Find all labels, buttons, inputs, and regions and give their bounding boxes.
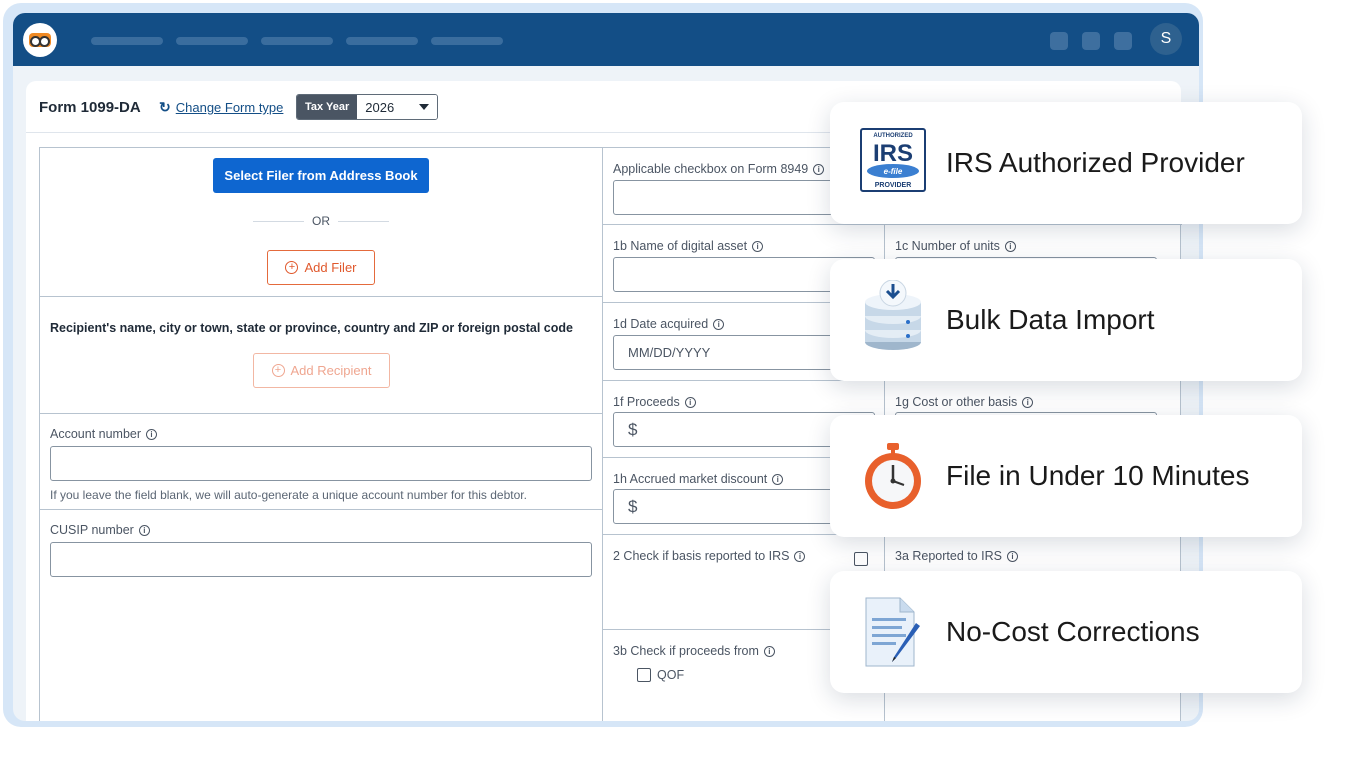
- field-3a-label: 3a Reported to IRS i: [895, 549, 1019, 563]
- page-title: Form 1099-DA: [39, 99, 141, 116]
- field-1c-text: 1c Number of units: [895, 239, 1000, 253]
- field-1h-text: 1h Accrued market discount: [613, 472, 768, 486]
- select-filer-button[interactable]: Select Filer from Address Book: [213, 158, 429, 193]
- plus-circle-icon: +: [285, 261, 299, 274]
- field-1b-label: 1b Name of digital asset i: [613, 239, 764, 253]
- recipient-label: Recipient's name, city or town, state or…: [50, 321, 573, 335]
- feature-card-bulk-import: Bulk Data Import: [830, 259, 1302, 381]
- field-1d-text: 1d Date acquired: [613, 317, 709, 331]
- applicable-checkbox-label: Applicable checkbox on Form 8949 i: [613, 162, 825, 176]
- info-icon[interactable]: i: [713, 318, 725, 330]
- nav-item-2[interactable]: [176, 37, 248, 45]
- add-filer-button[interactable]: + Add Filer: [267, 250, 375, 285]
- feature-title: Bulk Data Import: [946, 304, 1155, 335]
- field-1b-text: 1b Name of digital asset: [613, 239, 748, 253]
- field-1g-label: 1g Cost or other basis i: [895, 395, 1034, 409]
- field-3b-label: 3b Check if proceeds from i: [613, 644, 775, 658]
- cusip-label: CUSIP number i: [50, 523, 150, 537]
- tax-year-select[interactable]: Tax Year 2026: [296, 94, 439, 120]
- chevron-down-icon: [419, 104, 430, 110]
- info-icon[interactable]: i: [684, 396, 696, 408]
- change-form-type-link[interactable]: Change Form type: [176, 100, 284, 115]
- field-3b-text: 3b Check if proceeds from: [613, 644, 759, 658]
- field-1c-label: 1c Number of units i: [895, 239, 1016, 253]
- info-icon[interactable]: i: [772, 473, 784, 485]
- info-icon[interactable]: i: [763, 645, 775, 657]
- tax-year-dropdown[interactable]: 2026: [357, 95, 438, 119]
- recipient-section: Recipient's name, city or town, state or…: [40, 297, 602, 414]
- field-1f-label: 1f Proceeds i: [613, 395, 696, 409]
- add-filer-label: Add Filer: [304, 260, 357, 275]
- refresh-icon: ↻: [159, 99, 171, 115]
- nav-item-4[interactable]: [346, 37, 418, 45]
- info-icon[interactable]: i: [1007, 550, 1019, 562]
- field-2-label: 2 Check if basis reported to IRS i: [613, 549, 806, 563]
- feature-card-irs: AUTHORIZED IRS e-file PROVIDER IRS Autho…: [830, 102, 1302, 224]
- avatar[interactable]: S: [1150, 23, 1182, 55]
- stopwatch-icon: [865, 443, 921, 509]
- applicable-checkbox-text: Applicable checkbox on Form 8949: [613, 162, 809, 176]
- change-form-type[interactable]: ↻ Change Form type: [159, 99, 283, 116]
- irs-efile-badge-icon: AUTHORIZED IRS e-file PROVIDER: [860, 128, 926, 192]
- account-number-label-text: Account number: [50, 427, 142, 441]
- divider-line: [253, 220, 304, 222]
- toolbar-icon-1[interactable]: [1050, 32, 1068, 50]
- divider-line: [338, 220, 389, 222]
- account-number-label: Account number i: [50, 427, 158, 441]
- account-number-input[interactable]: [50, 446, 592, 481]
- info-icon[interactable]: i: [1022, 396, 1034, 408]
- add-recipient-button[interactable]: + Add Recipient: [253, 353, 390, 388]
- tax-year-value: 2026: [365, 99, 395, 115]
- add-recipient-label: Add Recipient: [290, 363, 372, 378]
- document-pen-icon: [865, 597, 920, 667]
- field-3a-text: 3a Reported to IRS: [895, 549, 1003, 563]
- badge-top-text: AUTHORIZED: [873, 133, 913, 139]
- info-icon[interactable]: i: [146, 428, 158, 440]
- plus-circle-icon: +: [271, 364, 285, 377]
- feature-title: IRS Authorized Provider: [946, 147, 1245, 178]
- tax-year-label: Tax Year: [297, 95, 358, 119]
- feature-title: No-Cost Corrections: [946, 616, 1200, 647]
- cusip-input[interactable]: [50, 542, 592, 577]
- badge-main-text: IRS: [873, 140, 913, 167]
- toolbar-icon-3[interactable]: [1114, 32, 1132, 50]
- info-icon[interactable]: i: [794, 550, 806, 562]
- database-download-icon: [865, 280, 921, 350]
- basis-reported-checkbox[interactable]: [854, 552, 868, 566]
- qof-label: QOF: [657, 668, 685, 682]
- logo-icon[interactable]: [23, 23, 57, 57]
- feature-card-corrections: No-Cost Corrections: [830, 571, 1302, 693]
- info-icon[interactable]: i: [752, 240, 764, 252]
- info-icon[interactable]: i: [813, 163, 825, 175]
- qof-checkbox[interactable]: [637, 668, 651, 682]
- badge-bottom-text: PROVIDER: [875, 182, 912, 189]
- field-1f-text: 1f Proceeds: [613, 395, 680, 409]
- account-number-hint: If you leave the field blank, we will au…: [50, 488, 527, 502]
- filer-section: Select Filer from Address Book OR + Add …: [40, 148, 602, 297]
- field-1d-label: 1d Date acquired i: [613, 317, 725, 331]
- or-divider: OR: [253, 214, 389, 228]
- info-icon[interactable]: i: [138, 524, 150, 536]
- nav-item-5[interactable]: [431, 37, 503, 45]
- badge-efile-text: e-file: [884, 167, 903, 176]
- toolbar-icon-2[interactable]: [1082, 32, 1100, 50]
- field-1h-label: 1h Accrued market discount i: [613, 472, 784, 486]
- feature-title: File in Under 10 Minutes: [946, 460, 1250, 491]
- nav-item-1[interactable]: [91, 37, 163, 45]
- field-1g-text: 1g Cost or other basis: [895, 395, 1018, 409]
- nav-item-3[interactable]: [261, 37, 333, 45]
- or-text: OR: [312, 214, 330, 228]
- cusip-label-text: CUSIP number: [50, 523, 134, 537]
- info-icon[interactable]: i: [1004, 240, 1016, 252]
- field-2-text: 2 Check if basis reported to IRS: [613, 549, 790, 563]
- top-bar: S: [13, 13, 1199, 66]
- feature-card-fast-filing: File in Under 10 Minutes: [830, 415, 1302, 537]
- left-column: Select Filer from Address Book OR + Add …: [40, 148, 603, 721]
- account-section: Account number i If you leave the field …: [40, 414, 602, 510]
